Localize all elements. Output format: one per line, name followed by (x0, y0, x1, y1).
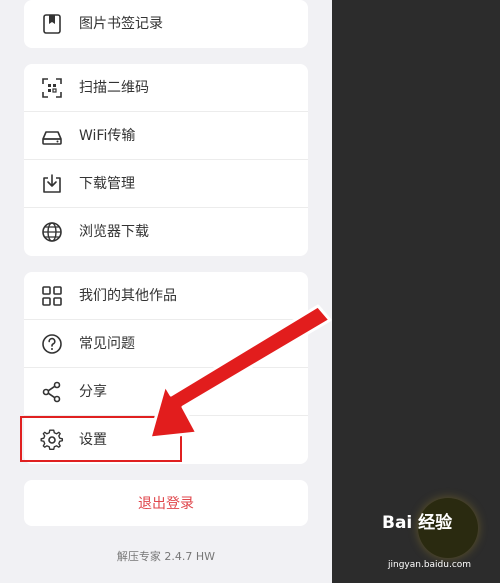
annotation-arrow (148, 304, 332, 440)
watermark-brand: Bai 经验 (382, 513, 453, 533)
watermark-url: jingyan.baidu.com (388, 560, 472, 570)
